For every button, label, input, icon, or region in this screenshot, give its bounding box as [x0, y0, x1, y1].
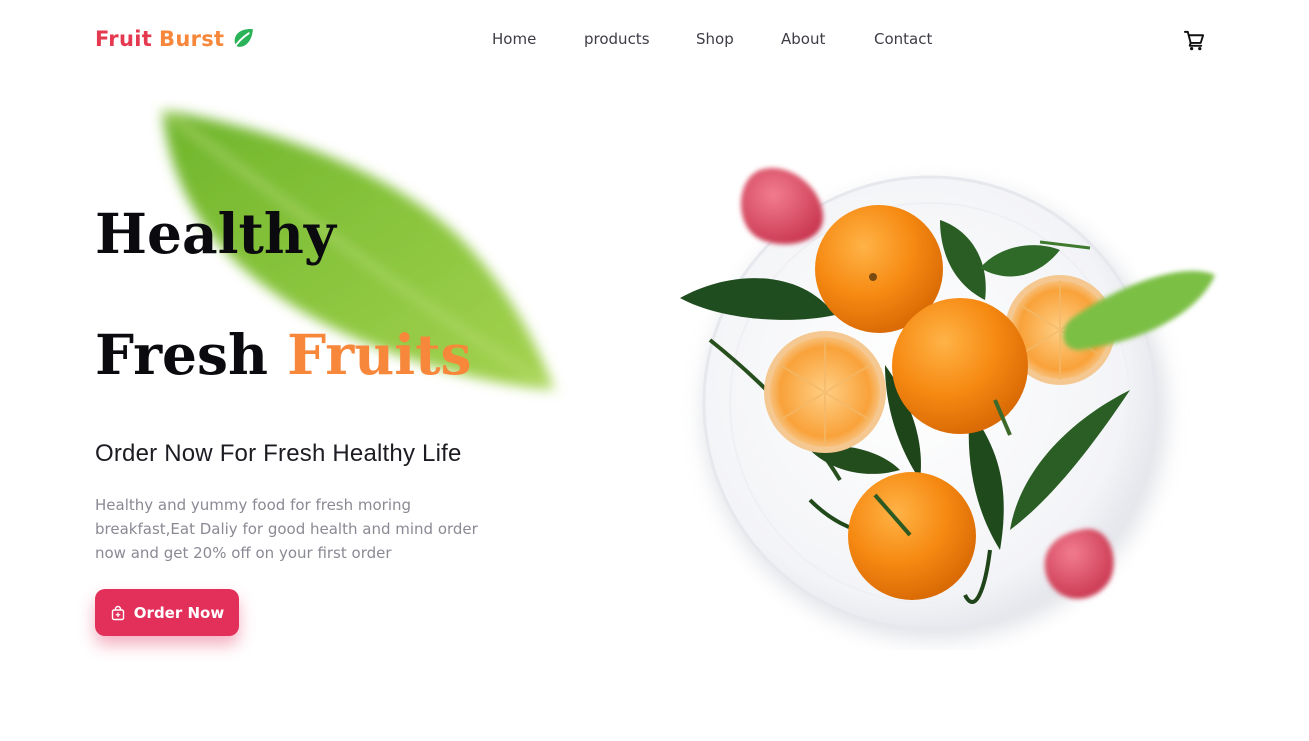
- hero-description: Healthy and yummy food for fresh moring …: [95, 496, 478, 562]
- order-now-button[interactable]: Order Now: [95, 589, 239, 636]
- hero-heading-line1: Healthy: [95, 201, 336, 266]
- nav-about[interactable]: About: [781, 30, 825, 48]
- hero-heading-line2: Fresh Fruits: [95, 327, 471, 382]
- fruit-plate-image: [680, 168, 1215, 640]
- nav-shop[interactable]: Shop: [696, 30, 734, 48]
- order-now-label: Order Now: [133, 603, 225, 622]
- nav-home[interactable]: Home: [492, 30, 536, 48]
- landing-page: Fruit Burst Home products Shop About Con…: [0, 0, 1309, 741]
- hero-word-fresh: Fresh: [95, 322, 269, 387]
- nav-contact[interactable]: Contact: [874, 30, 932, 48]
- nav-products[interactable]: products: [584, 30, 650, 48]
- hero-subtitle: Order Now For Fresh Healthy Life: [95, 440, 462, 467]
- hero-word-fruits: Fruits: [287, 322, 472, 387]
- cart-icon[interactable]: [1183, 29, 1206, 52]
- shopping-bag-icon: [111, 605, 124, 620]
- main-nav: Home products Shop About Contact: [0, 30, 1309, 52]
